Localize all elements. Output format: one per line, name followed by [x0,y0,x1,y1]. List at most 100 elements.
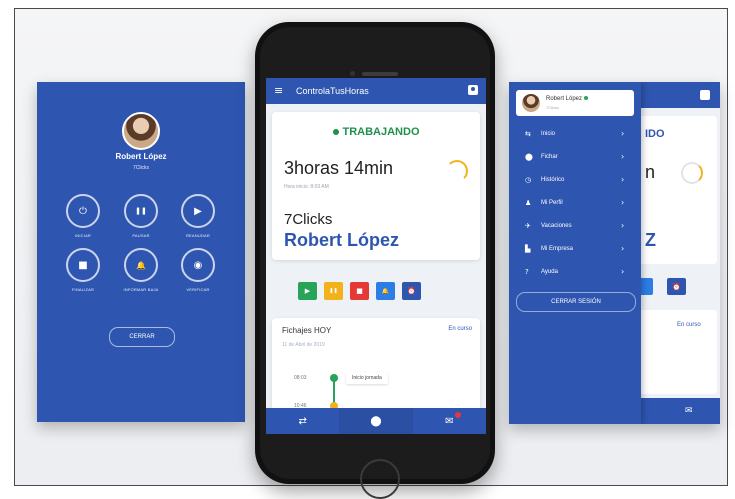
airplane-icon: ✈ [525,222,531,230]
chevron-right-icon: › [621,129,625,138]
bell-icon: 🔔 [381,287,390,295]
work-status: TRABAJANDO [272,126,480,138]
swap-icon: ⇆ [525,130,531,138]
location-pin-icon: ⬤ [370,415,382,427]
home-button[interactable] [360,459,400,499]
drawer-item-label: Inicio [541,131,556,137]
stop-icon: ■ [356,287,363,295]
worker-name-fragment: Z [645,230,656,250]
drawer-user-card[interactable]: Robert López 7Clicks [516,90,634,116]
chevron-right-icon: › [621,198,625,207]
mail-icon[interactable]: ✉ [685,406,693,416]
nav-location[interactable]: ⬤ [339,408,413,434]
resume-button[interactable]: ▶ [181,194,215,228]
company-name: 7Clicks [284,211,333,228]
drawer-user-name-text: Robert López [546,96,583,102]
drawer-item-label: Mi Perfil [541,200,563,206]
chevron-right-icon: › [621,244,625,253]
fichajes-card: Fichajes HOY En curso 11 de Abril de 201… [272,318,480,418]
drawer-item-fichar[interactable]: ⬤ Fichar › [509,147,641,169]
hours-fragment: n [645,162,656,182]
timeline-event: Inicio jornada [346,372,388,384]
bottom-nav: ⇄ ⬤ ✉ [266,408,486,434]
pause-button[interactable]: ❚❚ [124,194,158,228]
drawer-item-ayuda[interactable]: ? Ayuda › [509,262,641,284]
building-icon: ▙ [525,245,531,253]
menu-icon[interactable]: ≡ [274,84,283,97]
person-icon: ♟ [525,199,532,207]
online-dot-icon [584,96,589,101]
stop-button[interactable]: ■ [350,282,369,300]
drawer-item-label: Vacaciones [541,223,572,229]
verify-label: VERIFICAR [186,287,210,292]
worker-name: Robert López [284,230,399,250]
resume-label: REANUDAR [185,233,211,238]
finish-label: FINALIZAR [71,287,95,292]
timeline-dot [330,374,338,382]
left-app-screen: Robert López 7Clicks ⏻ INICIAR ❚❚ PAUSAR… [37,82,245,422]
fichajes-status: En curso [448,326,472,332]
nav-swap[interactable]: ⇄ [266,408,339,434]
swap-icon: ⇄ [298,415,307,427]
logout-button[interactable]: CERRAR SESIÓN [516,292,636,312]
pause-icon: ❚❚ [329,288,338,294]
fichajes-card [633,310,717,394]
close-button[interactable]: CERRAR [109,327,175,347]
app-bar: ≡ ControlaTusHoras [266,78,486,104]
status-dot-icon [332,129,339,136]
pause-label: PAUSAR [132,233,150,238]
drawer-item-empresa[interactable]: ▙ Mi Empresa › [509,239,641,261]
profile-badge-icon[interactable] [700,90,710,100]
history-icon: ◷ [525,176,532,184]
bell-icon: 🔔 [136,260,146,270]
fingerprint-icon: ◉ [193,259,203,271]
progress-ring-icon [446,160,468,182]
play-icon: ▶ [304,287,311,295]
pause-button[interactable]: ❚❚ [324,282,343,300]
drawer-user-name: Robert López [546,96,589,102]
progress-ring-icon [681,162,703,184]
action-buttons: ▶ ❚❚ ■ 🔔 ⏰ [298,282,421,300]
drawer-item-vacaciones[interactable]: ✈ Vacaciones › [509,216,641,238]
hours-worked: 3horas 14min [284,158,394,178]
drawer-item-label: Histórico [541,177,565,183]
pause-icon: ❚❚ [135,207,147,215]
finish-button[interactable]: ■ [66,248,100,282]
alarm-button[interactable]: ⏰ [667,278,686,295]
alarm-clock-icon: ⏰ [672,282,681,291]
timeline-time: 08:03 [294,375,307,381]
status-card: TRABAJANDO 3horas 14min Hora inicio: 8:0… [272,112,480,260]
company-name: 7Clicks [132,165,150,171]
right-app-screen: IDO n Z ⏰ En curso ✉ Robert López 7Click… [509,82,720,424]
report-leave-button[interactable]: 🔔 [124,248,158,282]
start-label: INICIAR [74,233,92,238]
verify-button[interactable]: ◉ [181,248,215,282]
user-name: Robert López [115,152,167,161]
drawer-item-historico[interactable]: ◷ Histórico › [509,170,641,192]
status-text: TRABAJANDO [342,126,420,138]
camera [350,71,355,76]
location-pin-icon: ⬤ [525,153,533,161]
play-icon: ▶ [194,205,202,217]
bell-button[interactable]: 🔔 [376,282,395,300]
fichajes-date: 11 de Abril de 2019 [282,342,325,348]
drawer-item-label: Mi Empresa [541,246,574,252]
fichajes-status: En curso [677,322,701,328]
report-leave-label: INFORMAR BAJA [123,287,159,292]
play-button[interactable]: ▶ [298,282,317,300]
drawer-item-inicio[interactable]: ⇆ Inicio › [509,124,641,146]
avatar [522,94,540,112]
chevron-right-icon: › [621,175,625,184]
profile-badge-icon[interactable] [468,85,478,95]
fichajes-title: Fichajes HOY [282,326,332,335]
start-time: Hora inicio: 8:03 AM [284,184,329,190]
notification-badge [454,412,461,418]
drawer-item-label: Fichar [541,154,558,160]
app-title: ControlaTusHoras [296,86,369,96]
alarm-clock-icon: ⏰ [407,287,416,295]
nav-messages[interactable]: ✉ [413,408,486,434]
start-button[interactable]: ⏻ [66,194,100,228]
chevron-right-icon: › [621,152,625,161]
drawer-item-perfil[interactable]: ♟ Mi Perfil › [509,193,641,215]
alarm-button[interactable]: ⏰ [402,282,421,300]
